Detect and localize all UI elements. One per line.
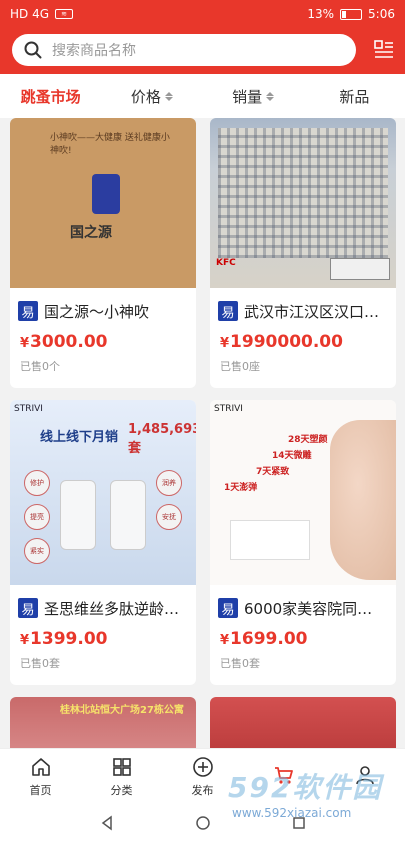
nav-label: 分类 <box>110 783 133 797</box>
box-brand-text: 国之源 <box>70 225 112 241</box>
app-header: HD 4G ≋ 13% 5:06 搜索商品名称 <box>0 0 405 74</box>
product-card[interactable]: KFC 易 武汉市江汉区汉口… ¥1990000.00 已售0座 <box>210 118 396 388</box>
sold-count: 已售0套 <box>20 657 60 670</box>
nav-category[interactable]: 分类 <box>81 749 162 804</box>
tab-label: 新品 <box>339 87 370 106</box>
product-card[interactable]: 小神吹——大健康 送礼健康小神吹! 国之源 易 国之源～小神吹 ¥3000.00… <box>10 118 196 388</box>
nav-cart[interactable] <box>243 749 324 804</box>
yi-badge: 易 <box>18 598 38 618</box>
image-brand: STRIVI <box>214 404 243 414</box>
product-image: 小神吹——大健康 送礼健康小神吹! 国之源 <box>10 118 196 288</box>
yi-badge: 易 <box>18 301 38 321</box>
filter-tabs: 跳蚤市场 价格 销量 新品 <box>0 74 405 118</box>
category-menu-icon[interactable] <box>374 40 394 60</box>
timeline-text: 28天塑颜 <box>288 435 328 445</box>
image-number: 1,485,693套 <box>128 422 196 456</box>
product-title: 国之源～小神吹 <box>44 302 150 321</box>
search-placeholder: 搜索商品名称 <box>52 43 136 59</box>
back-icon[interactable] <box>99 815 115 831</box>
nav-profile[interactable] <box>324 749 405 804</box>
brand-logo-icon <box>92 174 120 214</box>
product-title: 6000家美容院同… <box>244 599 373 618</box>
tab-price[interactable]: 价格 <box>101 86 202 107</box>
feature-dot: 修护 <box>24 470 50 496</box>
timeline-text: 1天澎弹 <box>224 483 258 493</box>
tab-flea-market[interactable]: 跳蚤市场 <box>0 86 101 107</box>
feature-dot: 润养 <box>156 470 182 496</box>
home-icon <box>31 757 50 776</box>
recents-icon[interactable] <box>291 815 307 831</box>
building-facade <box>218 128 388 258</box>
search-input[interactable]: 搜索商品名称 <box>12 34 356 66</box>
nav-publish[interactable]: 发布 <box>162 749 243 804</box>
yi-badge: 易 <box>218 598 238 618</box>
wifi-icon: ≋ <box>55 9 74 19</box>
product-card[interactable]: STRIVI 28天塑颜 14天微雕 7天紧致 1天澎弹 易 6000家美容院同… <box>210 400 396 685</box>
bottle-shape <box>110 480 146 550</box>
store-sign: KFC <box>216 258 236 268</box>
system-nav-bar <box>0 804 405 842</box>
signal-indicator: HD 4G <box>10 7 50 21</box>
cart-icon <box>274 766 293 784</box>
product-box-shape <box>230 520 310 560</box>
image-headline: 线上线下月销 <box>40 430 119 445</box>
sold-count: 已售0座 <box>220 360 260 373</box>
product-image: KFC <box>210 118 396 288</box>
product-title: 圣思维丝多肽逆龄… <box>44 599 180 618</box>
product-price: ¥1699.00 <box>220 629 308 649</box>
tab-label: 价格 <box>130 87 161 106</box>
clock: 5:06 <box>368 7 395 21</box>
sort-arrows-icon <box>266 91 275 101</box>
bus-shape <box>330 258 390 280</box>
model-face <box>330 420 396 580</box>
nav-label: 首页 <box>29 783 52 797</box>
feature-dot: 提亮 <box>24 504 50 530</box>
battery-percent: 13% <box>307 7 335 21</box>
feature-dot: 紧实 <box>24 538 50 564</box>
product-title: 武汉市江汉区汉口… <box>244 302 380 321</box>
status-bar: HD 4G ≋ 13% 5:06 <box>0 0 405 28</box>
sold-count: 已售0套 <box>220 657 260 670</box>
image-caption: 桂林北站恒大广场27栋公寓 <box>60 705 184 716</box>
sort-arrows-icon <box>164 91 173 101</box>
user-icon <box>355 765 374 784</box>
timeline-text: 14天微雕 <box>272 451 312 461</box>
yi-badge: 易 <box>218 301 238 321</box>
plus-circle-icon <box>192 756 213 777</box>
product-price: ¥3000.00 <box>20 332 108 352</box>
battery-icon <box>340 8 363 20</box>
product-card[interactable]: STRIVI 线上线下月销 1,485,693套 修护 润养 提亮 紧实 安抚 … <box>10 400 196 685</box>
nav-home[interactable]: 首页 <box>0 749 81 804</box>
tab-label: 跳蚤市场 <box>20 87 81 106</box>
tab-sales[interactable]: 销量 <box>203 86 304 107</box>
tab-new[interactable]: 新品 <box>304 86 405 107</box>
bottom-nav: 首页 分类 发布 <box>0 748 405 804</box>
feature-dot: 安抚 <box>156 504 182 530</box>
image-brand: STRIVI <box>14 404 43 414</box>
bottle-shape <box>60 480 96 550</box>
timeline-text: 7天紧致 <box>256 467 290 477</box>
product-image: STRIVI 28天塑颜 14天微雕 7天紧致 1天澎弹 <box>210 400 396 585</box>
home-circle-icon[interactable] <box>195 815 211 831</box>
nav-label: 发布 <box>191 783 214 797</box>
product-price: ¥1399.00 <box>20 629 108 649</box>
grid-icon <box>112 757 131 776</box>
search-icon <box>24 41 42 59</box>
tab-label: 销量 <box>232 87 263 106</box>
product-price: ¥1990000.00 <box>220 332 343 352</box>
product-image: STRIVI 线上线下月销 1,485,693套 修护 润养 提亮 紧实 安抚 <box>10 400 196 585</box>
sold-count: 已售0个 <box>20 360 60 373</box>
box-slogan: 小神吹——大健康 送礼健康小神吹! <box>50 133 170 156</box>
